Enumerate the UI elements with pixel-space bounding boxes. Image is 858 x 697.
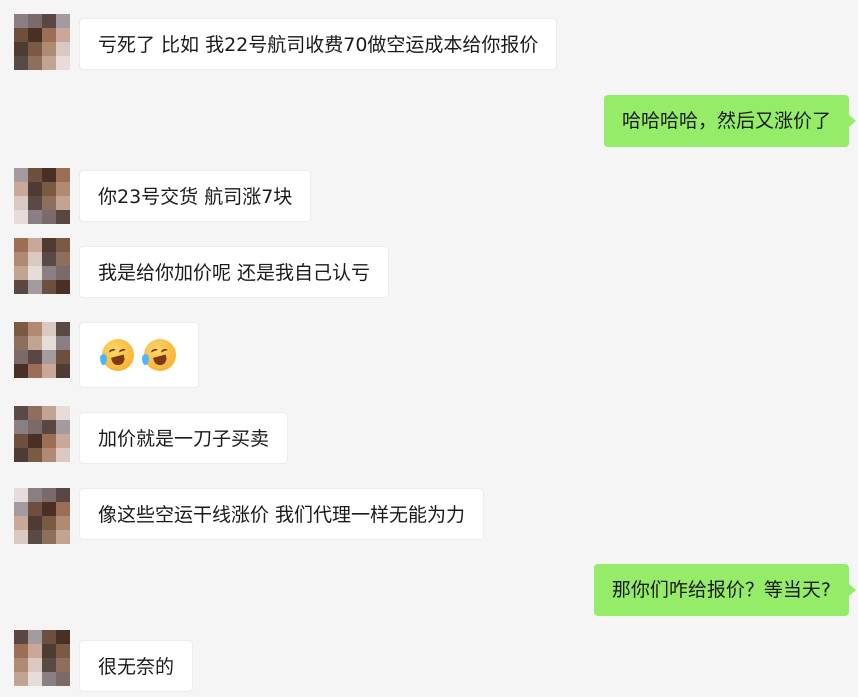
chat-window: 亏死了 比如 我22号航司收费70做空运成本给你报价 哈哈哈哈，然后又涨价了 你…: [0, 0, 858, 697]
avatar[interactable]: [14, 168, 70, 224]
message-text: 加价就是一刀子买卖: [98, 428, 270, 450]
message-bubble-incoming[interactable]: 像这些空运干线涨价 我们代理一样无能为力: [79, 488, 485, 540]
message-bubble-incoming[interactable]: 你23号交货 航司涨7块: [79, 170, 312, 222]
message-text: 你23号交货 航司涨7块: [98, 186, 293, 208]
message-bubble-outgoing[interactable]: 哈哈哈哈，然后又涨价了: [603, 95, 857, 147]
message-bubble-incoming[interactable]: [79, 322, 199, 388]
avatar[interactable]: [14, 630, 70, 686]
avatar[interactable]: [14, 14, 70, 70]
message-text: 像这些空运干线涨价 我们代理一样无能为力: [98, 504, 466, 526]
message-text: 很无奈的: [98, 656, 175, 678]
message-bubble-incoming[interactable]: 我是给你加价呢 还是我自己认亏: [79, 246, 390, 298]
message-text: 亏死了 比如 我22号航司收费70做空运成本给你报价: [98, 34, 539, 56]
message-text: 哈哈哈哈，然后又涨价了: [621, 110, 831, 132]
avatar[interactable]: [14, 322, 70, 378]
avatar[interactable]: [14, 406, 70, 462]
message-bubble-incoming[interactable]: 亏死了 比如 我22号航司收费70做空运成本给你报价: [79, 18, 558, 70]
laughing-crying-emoji-icon: [100, 339, 134, 371]
message-text: 我是给你加价呢 还是我自己认亏: [98, 262, 371, 284]
message-bubble-incoming[interactable]: 加价就是一刀子买卖: [79, 412, 289, 464]
avatar[interactable]: [14, 238, 70, 294]
message-bubble-outgoing[interactable]: 那你们咋给报价？等当天?: [593, 564, 857, 616]
message-text: 那你们咋给报价？等当天?: [611, 579, 831, 601]
laughing-crying-emoji-icon: [142, 339, 176, 371]
message-bubble-incoming[interactable]: 很无奈的: [79, 640, 194, 692]
avatar[interactable]: [14, 488, 70, 544]
